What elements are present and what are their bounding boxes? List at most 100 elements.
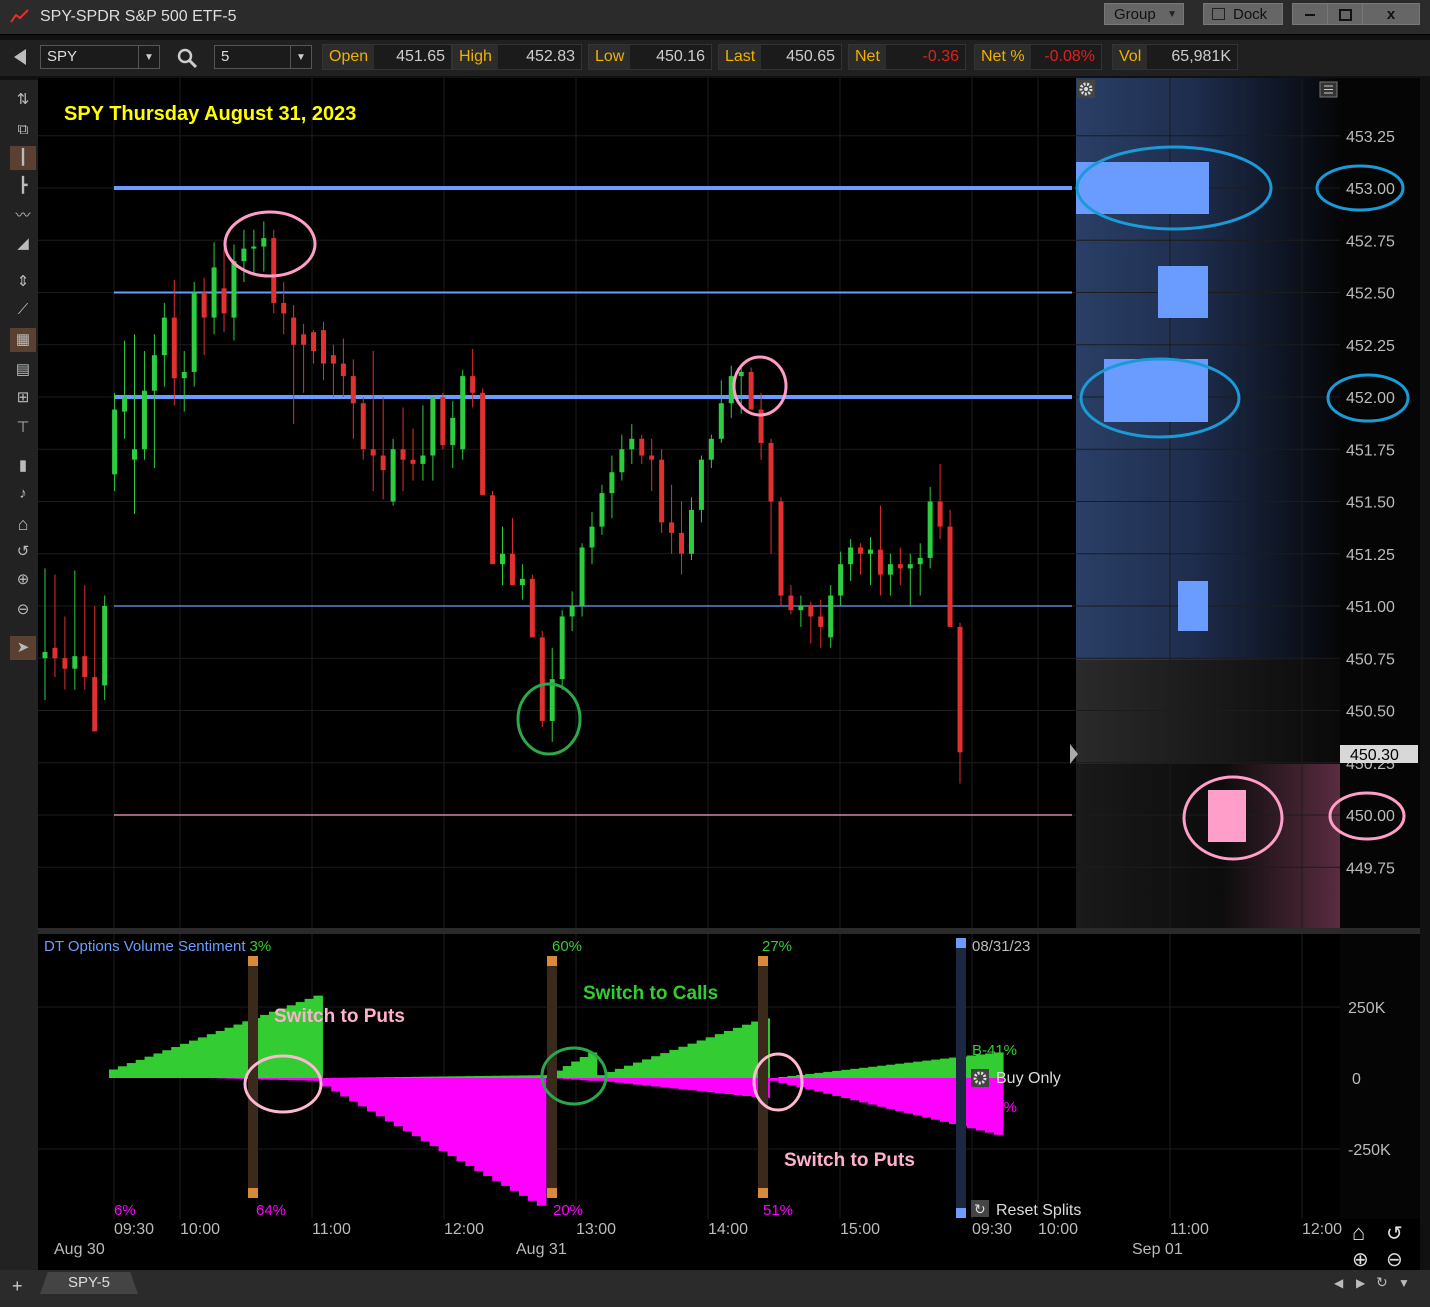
interval-input[interactable]: 5 ▼ (214, 45, 312, 69)
candle-body (460, 376, 466, 450)
home-icon[interactable]: ⌂ (10, 512, 36, 536)
group-button[interactable]: Group ▼ (1104, 3, 1184, 25)
candle-body (251, 246, 257, 249)
price-chart[interactable]: 453.25 453.00 452.75 452.50 452.25 452.00 451.… (38, 78, 1420, 1271)
dock-button[interactable]: Dock (1203, 3, 1283, 25)
indicator-scrollbar-cap (956, 938, 966, 948)
sentiment-bar (579, 1056, 589, 1078)
crosshair-grid-icon[interactable]: ⊞ (10, 386, 36, 410)
tab-spy-5[interactable]: SPY-5 (40, 1272, 138, 1294)
sentiment-bar (742, 1024, 752, 1078)
zoom-in-icon[interactable]: ⊕ (1352, 1249, 1369, 1271)
candle-body (390, 449, 396, 502)
dock-icon (1212, 8, 1225, 20)
gear-icon[interactable] (1077, 80, 1095, 98)
candle-body (161, 317, 167, 356)
cursor-sync-icon[interactable]: ⇅ (10, 88, 36, 112)
sentiment-bar (868, 1078, 878, 1105)
candle-body (957, 626, 963, 753)
candle-body (818, 616, 824, 627)
table-icon[interactable]: ▤ (10, 358, 36, 382)
sentiment-bar (519, 1078, 529, 1196)
reset-splits-button[interactable]: ↻ Reset Splits (971, 1200, 1081, 1219)
sentiment-bar (895, 1063, 905, 1078)
sentiment-bar (483, 1078, 493, 1176)
refresh-icon[interactable]: ↻ (1376, 1274, 1388, 1291)
search-icon[interactable] (176, 47, 198, 69)
zoom-out-icon[interactable]: ⊖ (1386, 1249, 1403, 1271)
sentiment-bar (171, 1047, 181, 1078)
bar-chart-icon[interactable]: ┣ (10, 174, 36, 198)
ruler-icon[interactable]: ⊤ (10, 416, 36, 440)
sentiment-bar (340, 1078, 350, 1097)
maximize-icon (1338, 9, 1352, 22)
sentiment-bar (778, 1076, 788, 1078)
sentiment-bar (153, 1053, 163, 1078)
pointer-icon[interactable]: ➤ (10, 636, 36, 660)
pin-icon[interactable]: ▮ (10, 454, 36, 478)
panel-divider (38, 928, 1420, 934)
chevron-left-icon[interactable]: ◀ (1334, 1276, 1343, 1290)
candle-body (350, 376, 356, 404)
grid-icon[interactable]: ▦ (10, 328, 36, 352)
sentiment-bar (678, 1046, 689, 1078)
sentiment-bar (510, 1078, 520, 1191)
chart-workspace[interactable]: 453.25 453.00 452.75 452.50 452.25 452.00 451.… (38, 78, 1420, 1271)
indicator-scrollbar (956, 938, 966, 1218)
home-icon[interactable]: ⌂ (1352, 1220, 1365, 1245)
sentiment-bar (823, 1078, 833, 1094)
sentiment-bar (162, 1050, 172, 1078)
quote-vol-value: 65,981K (1171, 48, 1231, 65)
volume-profile-box (1158, 266, 1208, 318)
sentiment-bar (742, 1078, 752, 1096)
area-chart-icon[interactable]: ◢ (10, 232, 36, 256)
sentiment-bar (474, 1075, 484, 1078)
quote-net-value: -0.36 (922, 48, 959, 65)
overlay-icon[interactable]: ⧉ (10, 118, 36, 142)
autoscale-icon[interactable]: ⇕ (10, 270, 36, 294)
zoom-out-icon[interactable]: ⊖ (10, 598, 36, 622)
chevron-down-icon[interactable]: ▼ (290, 46, 311, 68)
sentiment-bar (438, 1076, 449, 1078)
sentiment-bar (705, 1078, 716, 1093)
chevron-down-icon[interactable]: ▼ (1398, 1276, 1410, 1290)
buy-only-toggle[interactable]: Buy Only (971, 1069, 1061, 1087)
price-tick-label: 452.25 (1346, 338, 1395, 355)
candle-body (201, 292, 207, 318)
chevron-down-icon[interactable]: ▼ (138, 46, 159, 68)
sentiment-bar (429, 1076, 440, 1078)
price-tick-label: 450.75 (1346, 651, 1395, 668)
sentiment-bar (501, 1078, 511, 1186)
sentiment-bar (678, 1078, 689, 1090)
candle-body (539, 637, 545, 721)
sentiment-bar (696, 1078, 707, 1092)
sentiment-bar (501, 1075, 511, 1078)
candlestick-icon[interactable]: ┃ (10, 146, 36, 170)
menu-icon[interactable] (1319, 81, 1338, 98)
marker-icon[interactable]: ♪ (10, 482, 36, 506)
sentiment-bar (384, 1078, 395, 1122)
candle-body (877, 549, 883, 575)
sentiment-bar (714, 1078, 725, 1094)
sentiment-bar (226, 1078, 236, 1079)
chevron-right-icon[interactable]: ▶ (1356, 1276, 1365, 1290)
trendline-icon[interactable]: ⟋ (10, 298, 36, 322)
back-arrow-icon[interactable] (14, 49, 26, 65)
close-button[interactable]: x (1362, 3, 1420, 25)
sentiment-bar (922, 1078, 932, 1118)
sentiment-bar (931, 1078, 941, 1120)
sentiment-bar (393, 1078, 404, 1127)
zoom-in-icon[interactable]: ⊕ (10, 568, 36, 592)
undo-icon[interactable]: ↺ (1386, 1223, 1403, 1245)
undo-icon[interactable]: ↺ (10, 540, 36, 564)
add-tab-icon[interactable]: + (12, 1276, 23, 1297)
line-chart-icon[interactable]: 〰 (10, 204, 36, 228)
buy-only-label: Buy Only (996, 1070, 1061, 1087)
minimize-button[interactable] (1292, 3, 1328, 25)
time-label: 15:00 (840, 1221, 880, 1238)
maximize-button[interactable] (1327, 3, 1363, 25)
sentiment-bar (660, 1078, 670, 1088)
candle-body (748, 371, 754, 410)
candle-body (858, 547, 864, 554)
symbol-input[interactable]: SPY ▼ (40, 45, 160, 69)
